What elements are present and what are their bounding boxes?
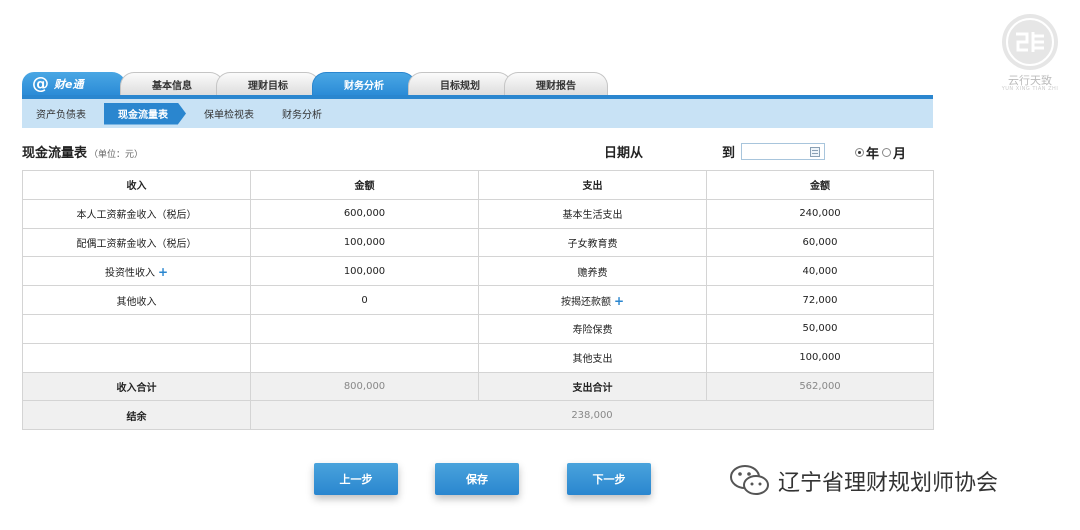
expense-amount[interactable]: 40,000: [706, 256, 934, 287]
corner-seal-logo: [1002, 14, 1058, 70]
income-amount[interactable]: 100,000: [250, 227, 479, 258]
period-radio-group: 年 月: [855, 143, 909, 162]
income-label: 配偶工资薪金收入（税后）: [22, 227, 251, 258]
corner-sub: YUN XING TIAN ZHI: [1001, 86, 1059, 92]
tab-financial-analysis[interactable]: 财务分析: [312, 72, 416, 96]
subnav-policy-review[interactable]: 保单检视表: [190, 99, 268, 128]
tab-financial-report[interactable]: 理财报告: [504, 72, 608, 96]
table-header: 收入 金额 支出 金额: [22, 170, 934, 200]
unit-note: （单位：元）: [89, 150, 144, 160]
header-expense-amount: 金额: [706, 170, 934, 200]
expense-label: 基本生活支出: [478, 198, 707, 229]
expense-label: 寿险保费: [478, 313, 707, 344]
cash-flow-table: 收入 金额 支出 金额 本人工资薪金收入（税后） 600,000 基本生活支出 …: [22, 170, 934, 431]
calendar-icon[interactable]: [810, 147, 820, 157]
date-from-label: 日期从: [604, 146, 644, 161]
expense-label: 其他支出: [478, 342, 707, 373]
totals-row: 收入合计 800,000 支出合计 562,000: [22, 371, 934, 402]
table-row: 配偶工资薪金收入（税后） 100,000 子女教育费 60,000: [22, 227, 934, 258]
balance-row: 结余 238,000: [22, 400, 934, 431]
main-tabs: @ 财e通 基本信息 理财目标 财务分析 目标规划 理财报告: [22, 68, 933, 96]
expense-label: 赡养费: [478, 256, 707, 287]
date-to-label: 到: [722, 146, 736, 161]
income-amount[interactable]: 600,000: [250, 198, 479, 229]
income-total-label: 收入合计: [22, 371, 251, 402]
expense-label: 子女教育费: [478, 227, 707, 258]
table-row: 本人工资薪金收入（税后） 600,000 基本生活支出 240,000: [22, 198, 934, 229]
sub-navigation: 资产负债表 现金流量表 保单检视表 财务分析: [22, 99, 933, 128]
at-icon: @: [32, 73, 49, 94]
income-label-cell: 投资性收入 +: [22, 256, 251, 287]
expense-amount[interactable]: 72,000: [706, 285, 934, 315]
income-amount: [250, 313, 479, 344]
page-title-text: 现金流量表: [22, 146, 88, 161]
save-button[interactable]: 保存: [435, 463, 519, 495]
tab-basic-info[interactable]: 基本信息: [120, 72, 224, 96]
expense-amount[interactable]: 240,000: [706, 198, 934, 229]
expand-plus-icon[interactable]: +: [614, 294, 624, 308]
income-total-value: 800,000: [250, 371, 479, 402]
income-amount[interactable]: 0: [250, 285, 479, 315]
subnav-balance-sheet[interactable]: 资产负债表: [22, 99, 100, 128]
expense-amount[interactable]: 50,000: [706, 313, 934, 344]
expense-amount[interactable]: 100,000: [706, 342, 934, 373]
wechat-icon: [730, 465, 769, 495]
brand-tab[interactable]: @ 财e通: [22, 72, 126, 96]
radio-year-label[interactable]: 年: [866, 143, 879, 162]
prev-step-button[interactable]: 上一步: [314, 463, 398, 495]
expand-plus-icon[interactable]: +: [158, 265, 168, 279]
table-row: 投资性收入 + 100,000 赡养费 40,000: [22, 256, 934, 287]
income-amount: [250, 342, 479, 373]
watermark-text: 辽宁省理财规划师协会: [778, 471, 999, 496]
header-expense: 支出: [478, 170, 707, 200]
tab-goal-planning[interactable]: 目标规划: [408, 72, 512, 96]
expense-total-label: 支出合计: [478, 371, 707, 402]
date-to-input[interactable]: [741, 143, 825, 160]
radio-month-label[interactable]: 月: [893, 143, 906, 162]
table-row: 其他收入 0 按揭还款额 + 72,000: [22, 285, 934, 315]
next-step-button[interactable]: 下一步: [567, 463, 651, 495]
income-label: [22, 342, 251, 373]
income-label: 投资性收入: [104, 267, 155, 279]
income-label: 其他收入: [22, 285, 251, 315]
expense-label: 按揭还款额: [560, 296, 611, 308]
income-amount[interactable]: 100,000: [250, 256, 479, 287]
radio-year[interactable]: [855, 148, 864, 157]
income-label: 本人工资薪金收入（税后）: [22, 198, 251, 229]
income-label: [22, 313, 251, 344]
brand-name: 财e通: [54, 78, 84, 91]
header-income-amount: 金额: [250, 170, 479, 200]
table-row: 寿险保费 50,000: [22, 313, 934, 344]
radio-month[interactable]: [882, 148, 892, 157]
subnav-financial-analysis[interactable]: 财务分析: [268, 99, 336, 128]
expense-label-cell: 按揭还款额 +: [478, 285, 707, 315]
header-income: 收入: [22, 170, 251, 200]
balance-value: 238,000: [250, 400, 934, 431]
expense-total-value: 562,000: [706, 371, 934, 402]
balance-label: 结余: [22, 400, 251, 431]
subnav-cash-flow[interactable]: 现金流量表: [104, 102, 186, 125]
tab-financial-goals[interactable]: 理财目标: [216, 72, 320, 96]
table-row: 其他支出 100,000: [22, 342, 934, 373]
page-title: 现金流量表 （单位：元）: [22, 142, 143, 161]
expense-amount[interactable]: 60,000: [706, 227, 934, 258]
